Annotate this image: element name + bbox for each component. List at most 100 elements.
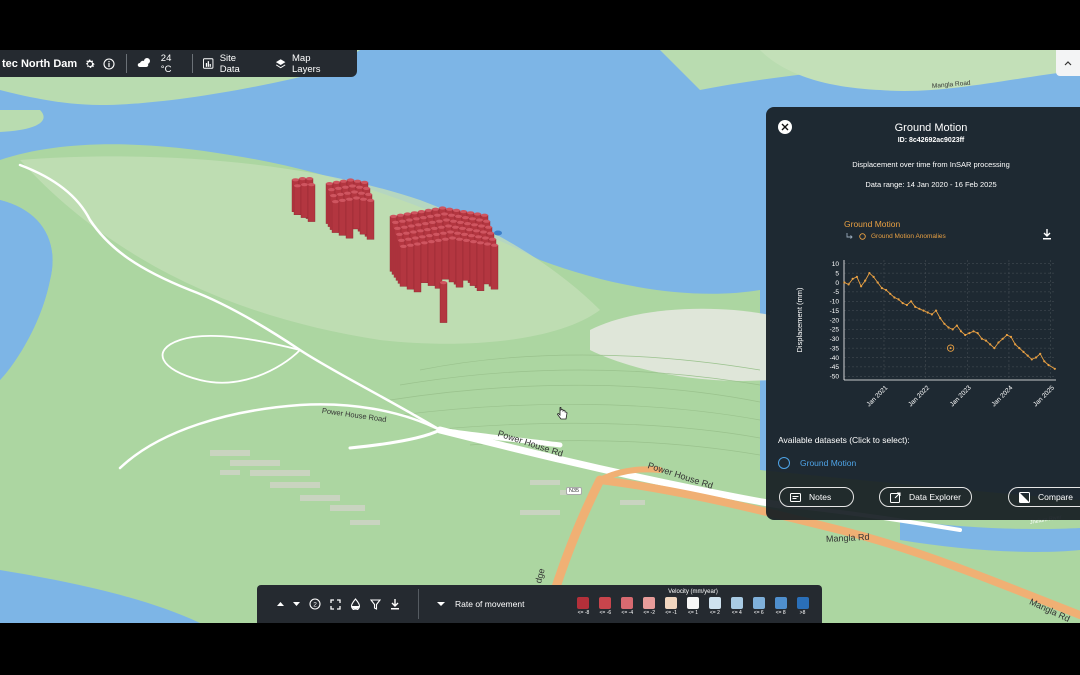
ground-motion-bar[interactable] xyxy=(307,183,316,222)
legend-item[interactable]: <= -8 xyxy=(575,597,592,616)
data-point[interactable] xyxy=(926,311,929,314)
opacity-drop-icon[interactable] xyxy=(350,598,361,610)
ground-motion-bar[interactable] xyxy=(439,281,448,323)
data-point[interactable] xyxy=(910,300,913,303)
ground-motion-bar[interactable] xyxy=(359,197,368,235)
data-point[interactable] xyxy=(1026,354,1029,357)
data-point[interactable] xyxy=(847,283,850,286)
arrow-up-icon[interactable] xyxy=(277,601,284,607)
data-point[interactable] xyxy=(914,305,917,308)
download-icon[interactable] xyxy=(1042,227,1052,245)
ground-motion-bar[interactable] xyxy=(469,240,478,286)
ground-motion-bar[interactable] xyxy=(300,183,309,218)
data-point[interactable] xyxy=(872,275,875,278)
ground-motion-bar[interactable] xyxy=(462,238,471,281)
data-point[interactable] xyxy=(1005,333,1008,337)
ground-motion-bar[interactable] xyxy=(483,242,492,285)
data-point[interactable] xyxy=(905,303,908,307)
ground-motion-bar[interactable] xyxy=(366,198,375,240)
displacement-chart[interactable]: Displacement (mm) 10 5 0 -5 -10 -15 -20 -25 -30 -3… xyxy=(794,252,1064,427)
data-point[interactable] xyxy=(968,332,971,335)
legend-item[interactable]: <= -6 xyxy=(597,597,614,616)
data-point[interactable] xyxy=(864,279,867,282)
collapse-toggle[interactable] xyxy=(1056,50,1080,76)
data-point[interactable] xyxy=(947,326,950,329)
data-point[interactable] xyxy=(1043,360,1046,363)
data-point[interactable] xyxy=(1047,363,1050,367)
data-point[interactable] xyxy=(880,287,883,290)
fullscreen-icon[interactable] xyxy=(330,598,341,610)
ground-motion-bar[interactable] xyxy=(490,243,499,290)
legend-item[interactable]: <= 1 xyxy=(685,597,702,616)
data-point[interactable] xyxy=(993,347,996,350)
ground-motion-bar[interactable] xyxy=(420,241,429,284)
ground-motion-bar[interactable] xyxy=(434,238,443,289)
ground-motion-bar[interactable] xyxy=(352,196,361,230)
data-explorer-button[interactable]: Data Explorer xyxy=(879,487,972,507)
data-point[interactable] xyxy=(980,337,983,340)
data-point[interactable] xyxy=(918,307,921,310)
data-point[interactable] xyxy=(851,277,854,280)
data-point[interactable] xyxy=(972,330,975,333)
ground-motion-bar[interactable] xyxy=(455,237,464,288)
data-point[interactable] xyxy=(989,343,992,346)
data-point[interactable] xyxy=(1053,367,1056,370)
ground-motion-bar[interactable] xyxy=(413,242,422,293)
data-point[interactable] xyxy=(959,330,963,333)
sub-series-row[interactable]: Ground Motion Anomalies xyxy=(846,233,946,240)
data-point[interactable] xyxy=(997,341,1000,344)
ground-motion-bar[interactable] xyxy=(406,243,415,290)
radio-ring-icon[interactable] xyxy=(778,457,790,469)
data-point[interactable] xyxy=(1001,337,1004,340)
data-point[interactable] xyxy=(843,281,846,284)
ground-motion-bar[interactable] xyxy=(338,198,347,236)
data-point[interactable] xyxy=(868,272,871,275)
filter-icon[interactable] xyxy=(370,598,381,610)
data-point[interactable] xyxy=(955,324,958,327)
data-point[interactable] xyxy=(889,292,892,295)
data-point[interactable] xyxy=(922,309,925,312)
download-icon[interactable] xyxy=(390,598,400,610)
data-point[interactable] xyxy=(1009,335,1013,338)
legend-item[interactable]: <= 2 xyxy=(706,597,723,616)
info-icon[interactable] xyxy=(103,57,116,71)
data-point[interactable] xyxy=(901,302,904,305)
map-layers-button[interactable]: Map Layers xyxy=(275,53,339,75)
data-point[interactable] xyxy=(943,322,946,325)
data-point[interactable] xyxy=(976,332,979,335)
data-point[interactable] xyxy=(964,333,967,337)
data-point[interactable] xyxy=(951,328,954,331)
site-data-button[interactable]: Site Data xyxy=(203,53,256,75)
data-point[interactable] xyxy=(855,275,858,278)
data-point[interactable] xyxy=(885,288,888,292)
data-point[interactable] xyxy=(934,309,938,312)
data-point[interactable] xyxy=(939,317,942,320)
legend-item[interactable]: <= 4 xyxy=(728,597,745,616)
legend-item[interactable]: <= -4 xyxy=(619,597,636,616)
data-point[interactable] xyxy=(893,296,896,299)
data-point[interactable] xyxy=(897,298,900,301)
legend-item[interactable]: <= 6 xyxy=(750,597,767,616)
data-point[interactable] xyxy=(1022,350,1025,353)
zoom-2d-icon[interactable]: 2 xyxy=(309,598,321,610)
data-point[interactable] xyxy=(1014,343,1017,346)
data-point[interactable] xyxy=(1030,358,1033,361)
dataset-ground-motion[interactable]: Ground Motion xyxy=(778,457,856,469)
data-point[interactable] xyxy=(876,281,879,284)
arrow-down-icon[interactable] xyxy=(293,601,300,607)
legend-item[interactable]: >8 xyxy=(794,597,811,616)
data-point[interactable] xyxy=(1018,347,1021,350)
ground-motion-bar[interactable] xyxy=(331,200,340,233)
data-point[interactable] xyxy=(1034,356,1038,359)
ground-motion-bar[interactable] xyxy=(399,244,408,287)
ground-motion-bar[interactable] xyxy=(293,184,302,216)
data-point[interactable] xyxy=(984,339,988,342)
ground-motion-bar[interactable] xyxy=(441,237,450,280)
ground-motion-bar[interactable] xyxy=(427,240,436,286)
data-point[interactable] xyxy=(1039,352,1042,355)
gear-icon[interactable] xyxy=(83,57,96,71)
data-point[interactable] xyxy=(860,285,863,288)
notes-button[interactable]: Notes xyxy=(779,487,855,507)
selected-point-marker[interactable] xyxy=(494,230,502,236)
legend-item[interactable]: <= 8 xyxy=(772,597,789,616)
